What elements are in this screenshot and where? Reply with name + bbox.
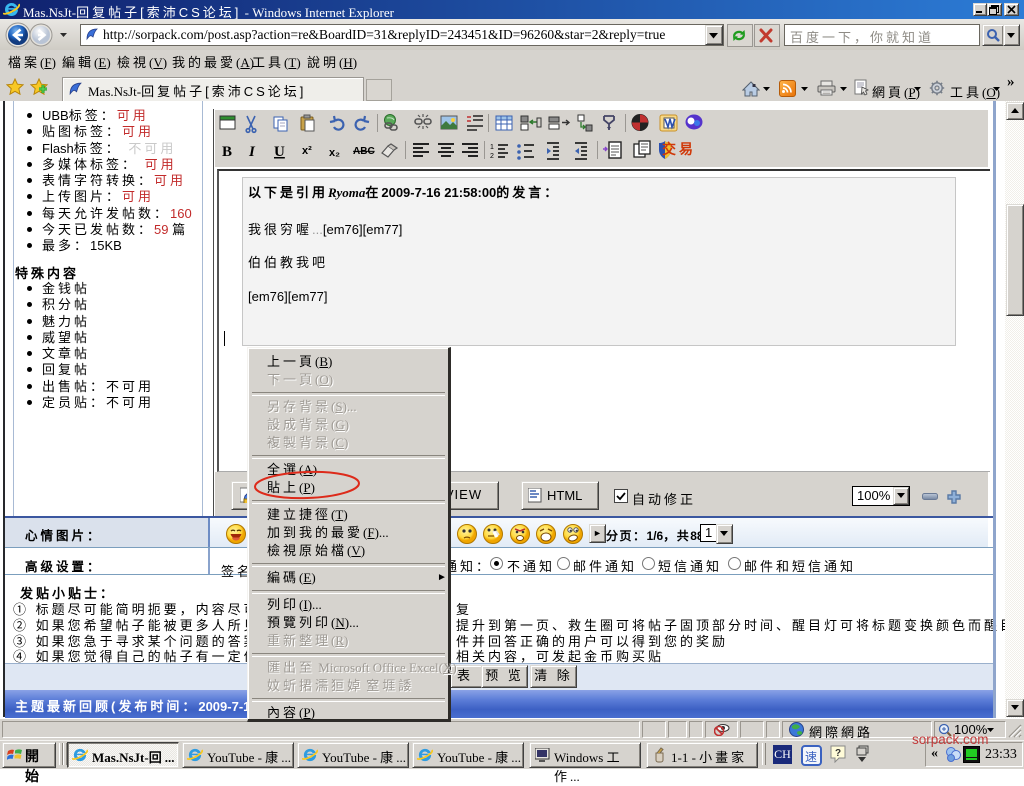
svg-text:U: U	[274, 144, 285, 160]
svg-text:ABC: ABC	[353, 146, 375, 157]
svg-text:x₂: x₂	[329, 147, 340, 159]
svg-text:B: B	[222, 144, 232, 160]
svg-text:2: 2	[490, 153, 494, 160]
svg-text:1: 1	[490, 144, 494, 151]
svg-text:?: ?	[835, 748, 841, 759]
svg-text:I: I	[248, 144, 256, 160]
svg-text:x²: x²	[302, 145, 312, 157]
